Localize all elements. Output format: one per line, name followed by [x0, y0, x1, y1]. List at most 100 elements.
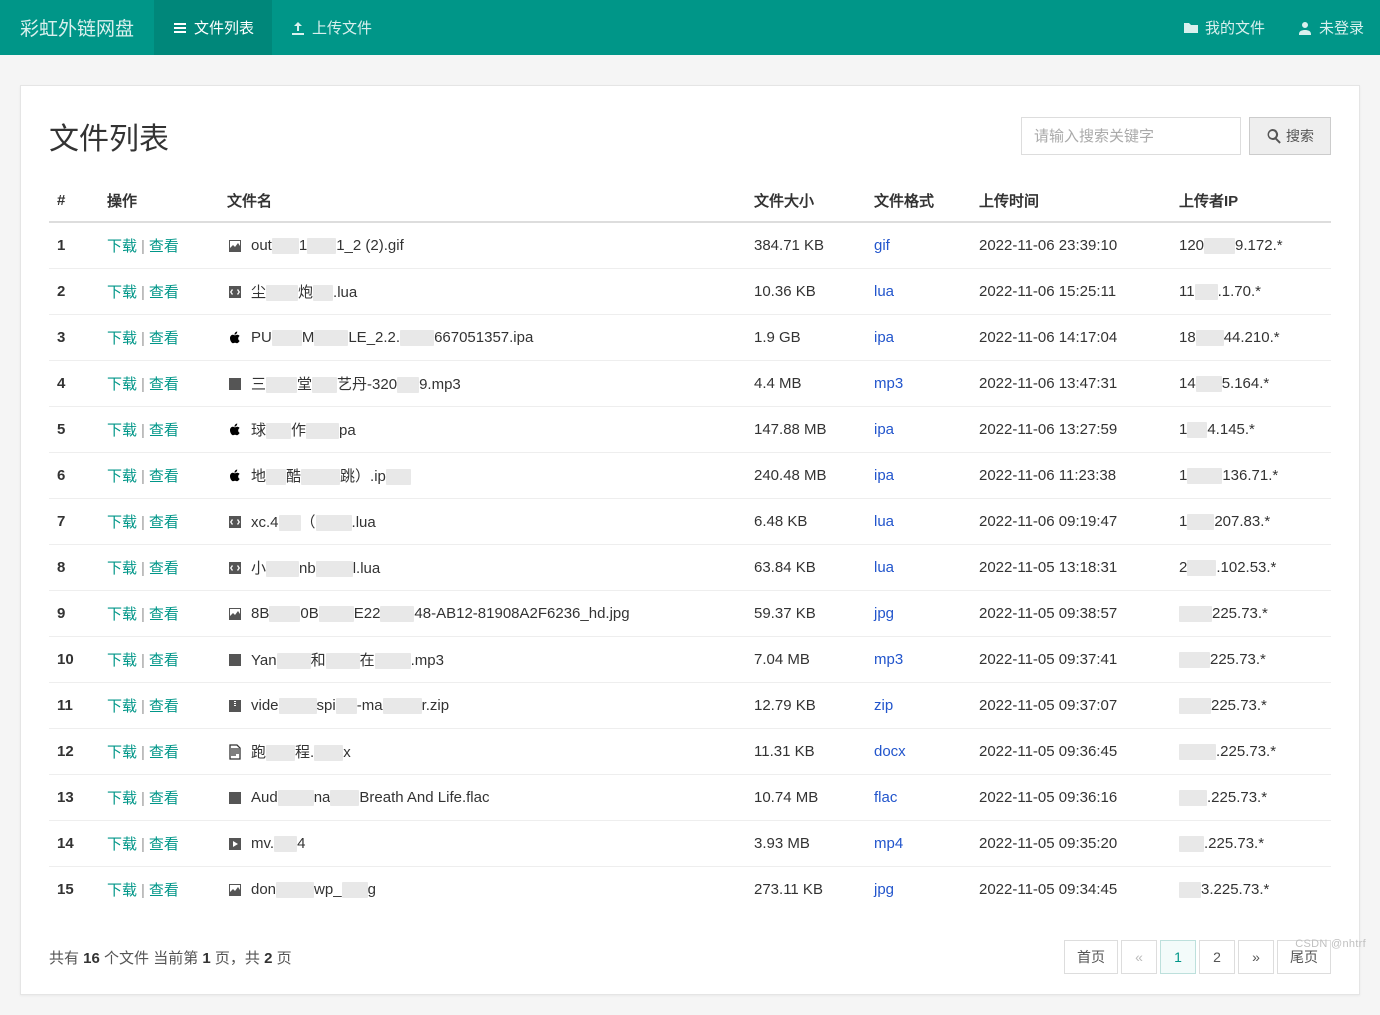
nav-upload[interactable]: 上传文件: [272, 0, 390, 55]
download-link[interactable]: 下载: [107, 284, 137, 301]
file-name: donwp_g: [251, 881, 376, 898]
table-row: 6下载|查看地酷跳）.ip240.48 MBipa2022-11-06 11:2…: [49, 453, 1331, 499]
nav-file-list[interactable]: 文件列表: [154, 0, 272, 55]
cell-name: 8B0BE2248-AB12-81908A2F6236_hd.jpg: [219, 591, 746, 637]
cell-name: 球作pa: [219, 407, 746, 453]
file-name: Yan和在.mp3: [251, 649, 444, 670]
page-title: 文件列表: [49, 114, 169, 158]
format-link[interactable]: gif: [874, 237, 890, 254]
format-link[interactable]: mp4: [874, 835, 903, 852]
list-icon: [172, 20, 188, 36]
cell-idx: 11: [49, 683, 99, 729]
footer-summary: 共有 16 个文件 当前第 1 页，共 2 页: [49, 947, 292, 968]
view-link[interactable]: 查看: [149, 284, 179, 301]
view-link[interactable]: 查看: [149, 330, 179, 347]
view-link[interactable]: 查看: [149, 514, 179, 531]
view-link[interactable]: 查看: [149, 836, 179, 853]
cell-ip: 225.73.*: [1171, 637, 1331, 683]
cell-fmt: flac: [866, 775, 971, 821]
nav-label: 文件列表: [194, 17, 254, 38]
cell-idx: 6: [49, 453, 99, 499]
view-link[interactable]: 查看: [149, 882, 179, 899]
download-link[interactable]: 下载: [107, 652, 137, 669]
nav-my-files[interactable]: 我的文件: [1167, 0, 1281, 55]
cell-size: 63.84 KB: [746, 545, 866, 591]
audio-icon: [227, 790, 243, 806]
download-link[interactable]: 下载: [107, 560, 137, 577]
brand[interactable]: 彩虹外链网盘: [0, 0, 154, 55]
cell-size: 3.93 MB: [746, 821, 866, 867]
format-link[interactable]: lua: [874, 559, 894, 576]
table-header-row: # 操作 文件名 文件大小 文件格式 上传时间 上传者IP: [49, 180, 1331, 222]
download-link[interactable]: 下载: [107, 514, 137, 531]
format-link[interactable]: flac: [874, 789, 897, 806]
view-link[interactable]: 查看: [149, 698, 179, 715]
format-link[interactable]: docx: [874, 743, 906, 760]
search-button[interactable]: 搜索: [1249, 117, 1331, 155]
page-2[interactable]: 2: [1199, 940, 1235, 974]
download-link[interactable]: 下载: [107, 698, 137, 715]
table-row: 10下载|查看Yan和在.mp37.04 MBmp32022-11-05 09:…: [49, 637, 1331, 683]
cell-op: 下载|查看: [99, 315, 219, 361]
cell-fmt: jpg: [866, 867, 971, 913]
download-link[interactable]: 下载: [107, 422, 137, 439]
cell-ip: 1209.172.*: [1171, 222, 1331, 269]
cell-op: 下载|查看: [99, 499, 219, 545]
format-link[interactable]: ipa: [874, 421, 894, 438]
download-link[interactable]: 下载: [107, 744, 137, 761]
page-first[interactable]: 首页: [1064, 940, 1118, 974]
download-link[interactable]: 下载: [107, 882, 137, 899]
view-link[interactable]: 查看: [149, 606, 179, 623]
view-link[interactable]: 查看: [149, 238, 179, 255]
format-link[interactable]: mp3: [874, 375, 903, 392]
cell-time: 2022-11-06 11:23:38: [971, 453, 1171, 499]
table-row: 5下载|查看球作pa147.88 MBipa2022-11-06 13:27:5…: [49, 407, 1331, 453]
table-row: 11下载|查看videspi-mar.zip12.79 KBzip2022-11…: [49, 683, 1331, 729]
file-table: # 操作 文件名 文件大小 文件格式 上传时间 上传者IP 1下载|查看out1…: [49, 180, 1331, 912]
format-link[interactable]: lua: [874, 283, 894, 300]
view-link[interactable]: 查看: [149, 468, 179, 485]
format-link[interactable]: ipa: [874, 467, 894, 484]
download-link[interactable]: 下载: [107, 468, 137, 485]
cell-ip: .225.73.*: [1171, 775, 1331, 821]
download-link[interactable]: 下载: [107, 330, 137, 347]
view-link[interactable]: 查看: [149, 790, 179, 807]
view-link[interactable]: 查看: [149, 376, 179, 393]
format-link[interactable]: jpg: [874, 881, 894, 898]
search-input[interactable]: [1021, 117, 1241, 155]
table-row: 1下载|查看out11_2 (2).gif384.71 KBgif2022-11…: [49, 222, 1331, 269]
download-link[interactable]: 下载: [107, 238, 137, 255]
cell-idx: 8: [49, 545, 99, 591]
view-link[interactable]: 查看: [149, 560, 179, 577]
cell-fmt: mp3: [866, 361, 971, 407]
cell-op: 下载|查看: [99, 637, 219, 683]
format-link[interactable]: ipa: [874, 329, 894, 346]
cell-name: mv.4: [219, 821, 746, 867]
format-link[interactable]: zip: [874, 697, 893, 714]
page-prev[interactable]: «: [1121, 940, 1157, 974]
file-name: mv.4: [251, 835, 305, 852]
view-link[interactable]: 查看: [149, 652, 179, 669]
audio-icon: [227, 376, 243, 392]
nav-not-login[interactable]: 未登录: [1281, 0, 1380, 55]
download-link[interactable]: 下载: [107, 836, 137, 853]
download-link[interactable]: 下载: [107, 606, 137, 623]
user-icon: [1297, 20, 1313, 36]
format-link[interactable]: jpg: [874, 605, 894, 622]
format-link[interactable]: lua: [874, 513, 894, 530]
download-link[interactable]: 下载: [107, 376, 137, 393]
page-next[interactable]: »: [1238, 940, 1274, 974]
col-time: 上传时间: [971, 180, 1171, 222]
page-last[interactable]: 尾页: [1277, 940, 1331, 974]
code-icon: [227, 284, 243, 300]
cell-time: 2022-11-05 09:37:41: [971, 637, 1171, 683]
cell-size: 11.31 KB: [746, 729, 866, 775]
format-link[interactable]: mp3: [874, 651, 903, 668]
table-row: 13下载|查看AudnaBreath And Life.flac10.74 MB…: [49, 775, 1331, 821]
table-row: 15下载|查看donwp_g273.11 KBjpg2022-11-05 09:…: [49, 867, 1331, 913]
view-link[interactable]: 查看: [149, 422, 179, 439]
cell-name: PUMLE_2.2.667051357.ipa: [219, 315, 746, 361]
download-link[interactable]: 下载: [107, 790, 137, 807]
view-link[interactable]: 查看: [149, 744, 179, 761]
page-1[interactable]: 1: [1160, 940, 1196, 974]
